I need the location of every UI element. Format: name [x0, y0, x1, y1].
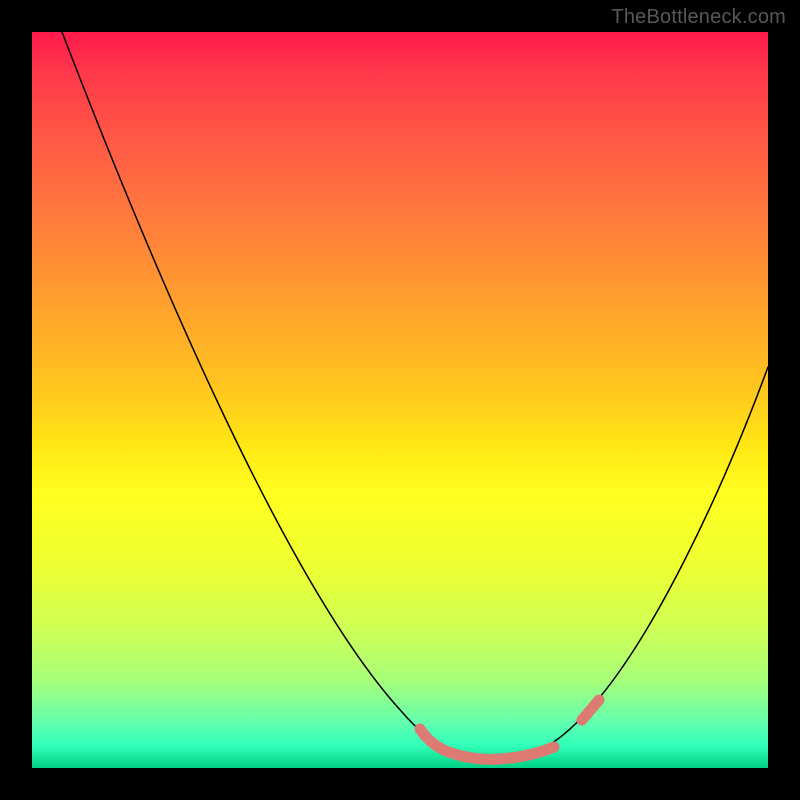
right-highlight-dash — [582, 700, 599, 720]
outer-frame: TheBottleneck.com — [0, 0, 800, 800]
bottleneck-curve — [62, 32, 768, 757]
valley-highlight-worm — [420, 729, 554, 759]
plot-background-gradient — [32, 32, 768, 768]
watermark-text: TheBottleneck.com — [611, 6, 786, 29]
chart-svg — [32, 32, 768, 768]
